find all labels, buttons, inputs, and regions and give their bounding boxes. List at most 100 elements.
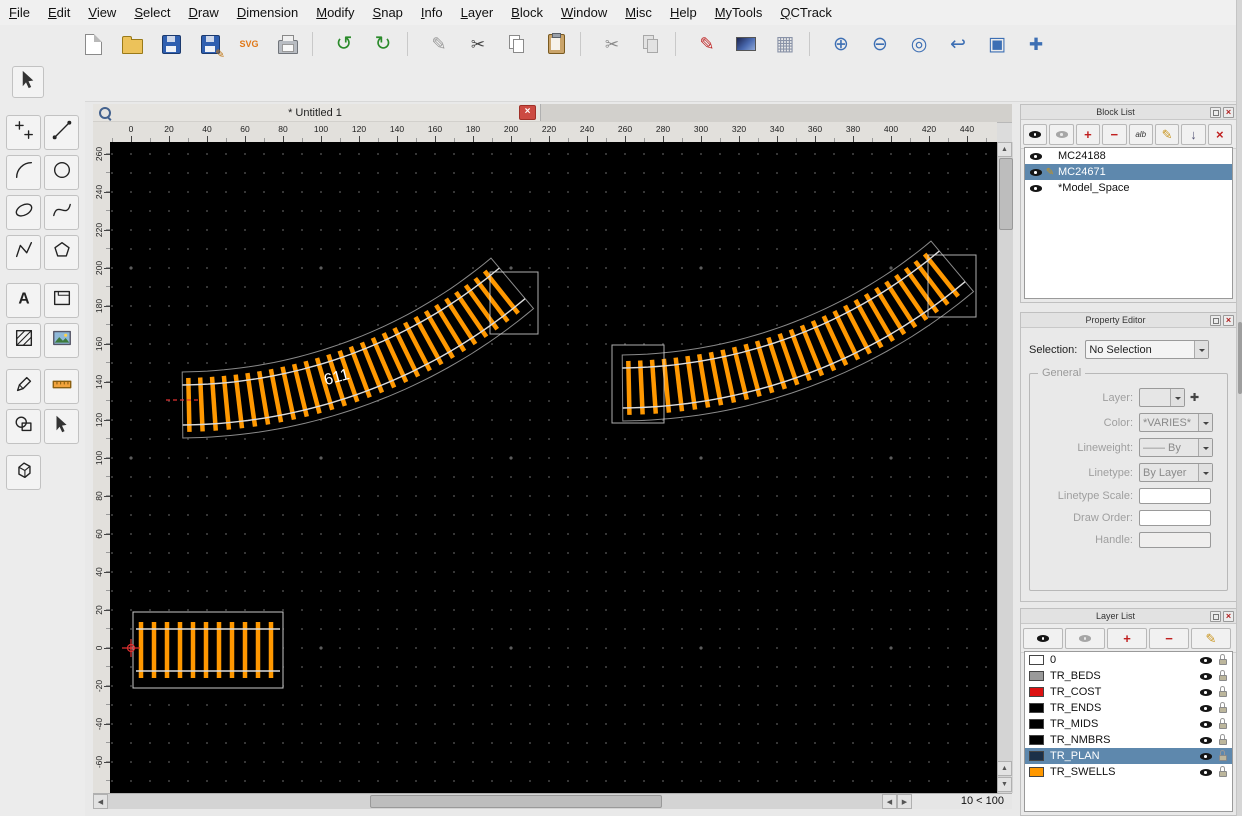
layer-row[interactable]: TR_BEDS — [1025, 668, 1232, 684]
curved-track-block[interactable] — [622, 241, 973, 421]
menu-view[interactable]: View — [79, 0, 125, 25]
menu-snap[interactable]: Snap — [364, 0, 412, 25]
box3d-tool-button[interactable] — [6, 455, 41, 490]
cut-button[interactable]: ✂ — [463, 29, 493, 59]
zoom-in-button[interactable]: ⊕ — [826, 29, 856, 59]
save-button[interactable] — [156, 29, 186, 59]
layer-visibility-icon[interactable] — [1199, 734, 1212, 747]
circle-tool-button[interactable] — [44, 155, 79, 190]
edit-pen-button[interactable]: ✎ — [424, 29, 454, 59]
color-combo[interactable]: *VARIES* — [1139, 413, 1213, 432]
v-scroll-thumb[interactable] — [999, 158, 1013, 230]
polygon-tool-button[interactable] — [44, 235, 79, 270]
menu-edit[interactable]: Edit — [39, 0, 79, 25]
menu-file[interactable]: File — [0, 0, 39, 25]
show-all-blocks-button[interactable] — [1023, 124, 1047, 145]
zoom-out-button[interactable]: ⊖ — [865, 29, 895, 59]
menu-layer[interactable]: Layer — [452, 0, 503, 25]
layer-lock-icon[interactable] — [1218, 766, 1228, 778]
layer-visibility-icon[interactable] — [1199, 670, 1212, 683]
linetype-combo[interactable]: By Layer — [1139, 463, 1213, 482]
snap-pointer-tool-button[interactable] — [44, 409, 79, 444]
cut-alt-button[interactable]: ✂ — [597, 29, 627, 59]
menu-info[interactable]: Info — [412, 0, 452, 25]
zoom-previous-button[interactable]: ↩ — [943, 29, 973, 59]
selection-arrow-button[interactable] — [12, 66, 44, 98]
layer-combo[interactable] — [1139, 388, 1185, 407]
block-row[interactable]: *Model_Space — [1025, 180, 1232, 196]
hatch-tool-button[interactable] — [6, 323, 41, 358]
block-row[interactable]: MC24188 — [1025, 148, 1232, 164]
undock-panel-icon[interactable] — [1210, 611, 1221, 622]
new-file-button[interactable] — [78, 29, 108, 59]
block-row[interactable]: ✎MC24671 — [1025, 164, 1232, 180]
close-panel-icon[interactable]: × — [1223, 315, 1234, 326]
layer-row[interactable]: TR_SWELLS — [1025, 764, 1232, 780]
scroll-up-alt-button[interactable]: ▲ — [997, 761, 1012, 776]
scroll-left-button[interactable]: ◀ — [93, 794, 108, 809]
remove-block-button[interactable]: − — [1102, 124, 1126, 145]
rename-block-button[interactable]: alb — [1129, 124, 1153, 145]
paste-button[interactable] — [541, 29, 571, 59]
layer-visibility-icon[interactable] — [1199, 702, 1212, 715]
ellipse-tool-button[interactable] — [6, 195, 41, 230]
pan-zoom-button[interactable]: ✚ — [1021, 29, 1051, 59]
linetype-scale-input[interactable] — [1139, 488, 1211, 504]
menu-modify[interactable]: Modify — [307, 0, 363, 25]
measure-tool-button[interactable] — [44, 369, 79, 404]
polyline-tool-button[interactable] — [6, 235, 41, 270]
hide-all-layers-button[interactable] — [1065, 628, 1105, 649]
menu-block[interactable]: Block — [502, 0, 552, 25]
h-scroll-thumb[interactable] — [370, 795, 662, 808]
add-layer-inline-icon[interactable]: ✚ — [1190, 391, 1199, 404]
layer-lock-icon[interactable] — [1218, 670, 1228, 682]
layer-lock-icon[interactable] — [1218, 750, 1228, 762]
image-tool-button[interactable] — [44, 323, 79, 358]
arc-tool-button[interactable] — [6, 155, 41, 190]
menu-dimension[interactable]: Dimension — [228, 0, 307, 25]
grid-toggle-button[interactable]: ▦ — [770, 29, 800, 59]
block-visibility-icon[interactable] — [1029, 150, 1042, 163]
menu-help[interactable]: Help — [661, 0, 706, 25]
curved-track-block[interactable]: 611 — [182, 258, 533, 438]
document-tab[interactable]: * Untitled 1 × — [93, 104, 541, 121]
edit-layer-button[interactable]: ✎ — [1191, 628, 1231, 649]
lineweight-combo[interactable]: —— By — [1139, 438, 1213, 457]
add-block-button[interactable]: + — [1076, 124, 1100, 145]
tab-close-button[interactable]: × — [519, 105, 536, 120]
layer-visibility-icon[interactable] — [1199, 654, 1212, 667]
spline-tool-button[interactable] — [44, 195, 79, 230]
line-tool-button[interactable] — [44, 115, 79, 150]
menu-mytools[interactable]: MyTools — [706, 0, 772, 25]
copy-button[interactable] — [502, 29, 532, 59]
zoom-window-button[interactable]: ▣ — [982, 29, 1012, 59]
scroll-up-button[interactable]: ▲ — [997, 142, 1012, 157]
scroll-down-button[interactable]: ▼ — [997, 777, 1012, 792]
layer-lock-icon[interactable] — [1218, 734, 1228, 746]
layer-visibility-icon[interactable] — [1199, 750, 1212, 763]
straight-track-block[interactable] — [133, 612, 283, 688]
text-tool-button[interactable]: A — [6, 283, 41, 318]
block-list[interactable]: MC24188✎MC24671*Model_Space — [1024, 147, 1233, 299]
layer-row[interactable]: TR_MIDS — [1025, 716, 1232, 732]
save-as-button[interactable]: ✎ — [195, 29, 225, 59]
close-panel-icon[interactable]: × — [1223, 107, 1234, 118]
layer-lock-icon[interactable] — [1218, 702, 1228, 714]
menu-window[interactable]: Window — [552, 0, 616, 25]
layer-row[interactable]: TR_COST — [1025, 684, 1232, 700]
layer-lock-icon[interactable] — [1218, 686, 1228, 698]
layer-row[interactable]: TR_NMBRS — [1025, 732, 1232, 748]
layer-lock-icon[interactable] — [1218, 718, 1228, 730]
color-swatch-button[interactable] — [731, 29, 761, 59]
open-file-button[interactable] — [117, 29, 147, 59]
layer-visibility-icon[interactable] — [1199, 766, 1212, 779]
hide-all-blocks-button[interactable] — [1049, 124, 1073, 145]
remove-layer-button[interactable]: − — [1149, 628, 1189, 649]
layer-list[interactable]: 0TR_BEDSTR_COSTTR_ENDSTR_MIDSTR_NMBRSTR_… — [1024, 651, 1233, 812]
scroll-left-alt-button[interactable]: ◀ — [882, 794, 897, 809]
auto-zoom-button[interactable]: ◎ — [904, 29, 934, 59]
drawing-canvas[interactable]: 611 — [110, 142, 997, 793]
insert-block-button[interactable]: ↓ — [1181, 124, 1205, 145]
svg-export-button[interactable]: SVG — [234, 29, 264, 59]
sketch-pen-tool-button[interactable] — [6, 369, 41, 404]
